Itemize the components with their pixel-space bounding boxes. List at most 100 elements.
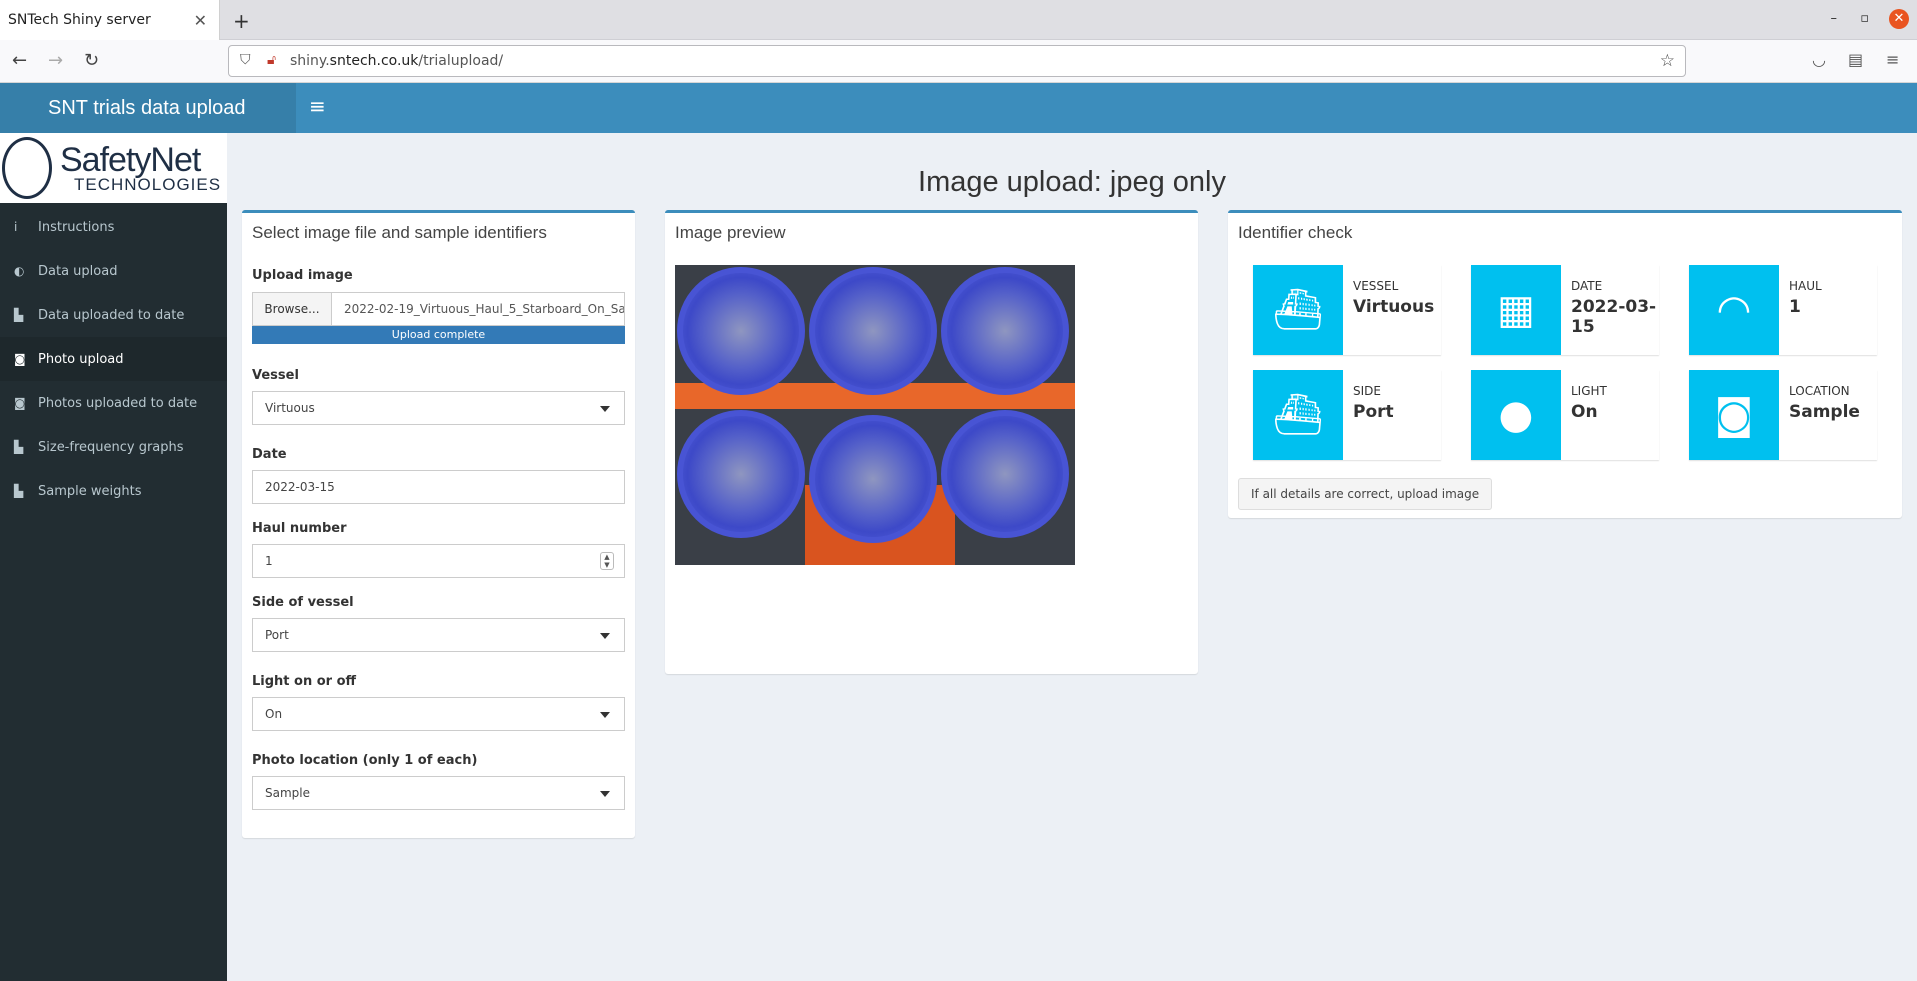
lock-icon[interactable]: 🔓︎ [267, 52, 276, 68]
fish-logo-icon [2, 137, 52, 199]
sidebar-item-photo-upload[interactable]: ◙ Photo upload [0, 337, 227, 381]
pocket-icon[interactable]: ◡ [1812, 50, 1826, 69]
sidebar-item-sample-weights[interactable]: ▙ Sample weights [0, 469, 227, 513]
location-select[interactable]: Sample [252, 776, 625, 810]
restore-icon[interactable]: ▫ [1860, 11, 1869, 26]
image-preview [675, 265, 1075, 565]
light-select[interactable]: On [252, 697, 625, 731]
identifier-check-box: Identifier check ⛴ VESSEL Virtuous ▦ DAT… [1228, 210, 1902, 518]
info-box-haul: ◠ HAUL 1 [1689, 265, 1877, 355]
image-basket [809, 415, 937, 543]
new-tab-icon[interactable]: + [233, 9, 250, 33]
image-basket [677, 410, 805, 538]
back-icon[interactable]: ← [12, 50, 27, 71]
light-label: Light on or off [252, 674, 357, 689]
form-box: Select image file and sample identifiers… [242, 210, 635, 838]
image-basket [941, 410, 1069, 538]
caret-down-icon [600, 406, 610, 412]
info-box-side: ⛴ SIDE Port [1253, 370, 1441, 460]
browser-navbar: ← → ↻ ⛉ 🔓︎ shiny.sntech.co.uk/trialuploa… [0, 40, 1917, 83]
calendar-icon: ▦ [1471, 265, 1561, 355]
sidebar-item-label: Data upload [38, 263, 118, 279]
sidebar-item-label: Data uploaded to date [38, 307, 185, 323]
side-value: Port [265, 628, 289, 642]
tab-close-icon[interactable]: ✕ [194, 11, 207, 30]
info-box-date: ▦ DATE 2022-03-15 [1471, 265, 1659, 355]
brand-sub: TECHNOLOGIES [74, 175, 222, 194]
url-path: /trialupload/ [418, 53, 504, 69]
sidebar-item-label: Photos uploaded to date [38, 395, 198, 411]
camera-icon: ◙ [1689, 370, 1779, 460]
date-input[interactable]: 2022-03-15 [252, 470, 625, 504]
sidebar-item-data-uploaded[interactable]: ▙ Data uploaded to date [0, 293, 227, 337]
minimize-icon[interactable]: – [1831, 11, 1838, 26]
light-value: On [265, 707, 283, 721]
upload-label: Upload image [252, 268, 353, 283]
camera-icon: ◙ [14, 352, 26, 366]
camera-icon: ◙ [14, 396, 26, 410]
browser-tab[interactable]: SNTech Shiny server ✕ [0, 0, 220, 40]
upload-image-button[interactable]: If all details are correct, upload image [1238, 478, 1493, 510]
preview-box: Image preview [665, 210, 1198, 674]
side-label: Side of vessel [252, 595, 354, 610]
sidebar-item-photos-uploaded[interactable]: ◙ Photos uploaded to date [0, 381, 227, 425]
shield-icon[interactable]: ⛉ [240, 52, 251, 68]
image-basket [809, 267, 937, 395]
sidebar-item-label: Instructions [38, 219, 115, 235]
info-box-light: ● LIGHT On [1471, 370, 1659, 460]
browse-button[interactable]: Browse... [253, 293, 332, 325]
haul-number-input[interactable]: 1 ▲ ▼ [252, 544, 625, 578]
sidebar: SafetyNet TECHNOLOGIES i Instructions ◐ Da… [0, 133, 227, 981]
sidebar-item-instructions[interactable]: i Instructions [0, 205, 227, 249]
browser-tab-title: SNTech Shiny server [8, 12, 151, 28]
side-select[interactable]: Port [252, 618, 625, 652]
url-text[interactable]: shiny.sntech.co.uk/trialupload/ [290, 53, 503, 69]
sidebar-item-data-upload[interactable]: ◐ Data upload [0, 249, 227, 293]
info-label: SIDE [1353, 384, 1381, 398]
info-label: VESSEL [1353, 279, 1399, 293]
sidebar-item-size-frequency[interactable]: ▙ Size-frequency graphs [0, 425, 227, 469]
url-bar[interactable]: ⛉ 🔓︎ shiny.sntech.co.uk/trialupload/ ☆ [228, 45, 1686, 77]
window-close-icon[interactable]: ✕ [1889, 9, 1909, 29]
ship-icon: ⛴ [1253, 370, 1343, 460]
url-host: sntech.co.uk [329, 53, 419, 69]
info-value: 2022-03-15 [1571, 297, 1657, 337]
menu-icon[interactable]: ≡ [1886, 50, 1899, 69]
info-icon: i [14, 220, 18, 234]
info-box-vessel: ⛴ VESSEL Virtuous [1253, 265, 1441, 355]
vessel-label: Vessel [252, 368, 299, 383]
info-value: On [1571, 402, 1598, 422]
file-name: 2022-02-19_Virtuous_Haul_5_Starboard_On_… [344, 302, 624, 316]
caret-down-icon [600, 633, 610, 639]
sidebar-item-label: Sample weights [38, 483, 142, 499]
reader-icon[interactable]: ▤ [1848, 50, 1863, 69]
sidebar-item-label: Size-frequency graphs [38, 439, 184, 455]
number-spinner-icon[interactable]: ▲ ▼ [600, 552, 614, 570]
info-label: LIGHT [1571, 384, 1607, 398]
page-title: Image upload: jpeg only [918, 166, 1226, 198]
bar-chart-icon: ▙ [14, 484, 24, 498]
ship-icon: ⛴ [1253, 265, 1343, 355]
bar-chart-icon: ▙ [14, 308, 24, 322]
form-box-title: Select image file and sample identifiers [252, 223, 547, 242]
location-label: Photo location (only 1 of each) [252, 753, 478, 768]
sidebar-menu: i Instructions ◐ Data upload ▙ Data uploade… [0, 205, 227, 513]
info-box-location: ◙ LOCATION Sample [1689, 370, 1877, 460]
image-basket [941, 267, 1069, 395]
identifier-check-title: Identifier check [1238, 223, 1353, 242]
bar-chart-icon: ▙ [14, 440, 24, 454]
preview-box-title: Image preview [675, 223, 786, 242]
vessel-select[interactable]: Virtuous [252, 391, 625, 425]
browser-tab-strip: SNTech Shiny server ✕ + – ▫ ✕ [0, 0, 1917, 40]
file-input[interactable]: Browse... 2022-02-19_Virtuous_Haul_5_Sta… [252, 292, 625, 326]
date-label: Date [252, 447, 287, 462]
bookmark-star-icon[interactable]: ☆ [1660, 51, 1675, 71]
info-value: Sample [1789, 402, 1860, 422]
sidebar-toggle-icon[interactable]: ≡ [309, 94, 326, 118]
sidebar-item-label: Photo upload [38, 351, 124, 367]
forward-icon[interactable]: → [48, 50, 63, 71]
date-value: 2022-03-15 [265, 480, 335, 494]
reload-icon[interactable]: ↻ [84, 50, 99, 71]
info-label: LOCATION [1789, 384, 1850, 398]
image-basket [677, 267, 805, 395]
